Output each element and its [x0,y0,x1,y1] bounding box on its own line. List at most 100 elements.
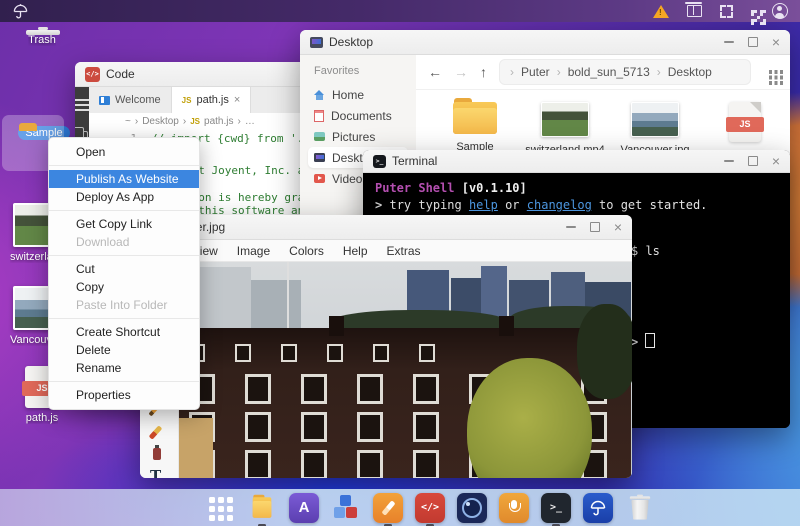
warning-icon[interactable]: ! [653,4,669,18]
paint-titlebar[interactable]: Vancouver.jpg × [140,215,632,240]
taskbar-app-launcher[interactable] [205,493,235,523]
menu-extras[interactable]: Extras [387,244,421,258]
menu-image[interactable]: Image [237,244,270,258]
help-link[interactable]: help [469,198,498,212]
menu-item-cut[interactable]: Cut [49,260,199,278]
menu-icon[interactable] [75,99,89,101]
taskbar-paint[interactable] [373,492,403,526]
code-icon: </> [415,492,445,523]
menu-separator [49,255,199,256]
maximize-button[interactable] [747,156,758,166]
microphone-icon [499,492,529,523]
menu-item-publish-as-website[interactable]: Publish As Website [49,170,199,188]
menu-item-download[interactable]: Download [49,233,199,251]
breadcrumb-user[interactable]: bold_sun_5713 [568,65,650,79]
sidebar-item-pictures[interactable]: Pictures [308,126,408,147]
image-thumbnail [631,102,679,137]
taskbar-puter-app[interactable] [583,492,613,523]
window-title: Terminal [392,154,438,168]
top-bar: ! [0,0,800,22]
paint-window: Vancouver.jpg × View Image Colors Help E… [140,215,632,478]
fullscreen-icon[interactable] [720,4,733,18]
desktop-icon-trash[interactable]: Trash [10,27,74,51]
gift-icon[interactable] [685,2,702,17]
code-fragment: ght Joyent, Inc. a [185,164,305,177]
minimize-button[interactable] [723,160,734,162]
documents-icon [314,109,324,122]
camera-icon [457,492,487,523]
sidebar-item-documents[interactable]: Documents [308,105,408,126]
maximize-button[interactable] [747,37,758,47]
breadcrumb-desktop[interactable]: Desktop [668,65,712,79]
taskbar-text-editor[interactable]: A [289,492,319,523]
puter-logo-icon[interactable] [12,3,29,20]
tab-pathjs[interactable]: JS path.js × [171,87,252,113]
text-tool-icon[interactable]: T [150,467,161,478]
back-button[interactable]: ← [428,64,442,80]
menu-item-rename[interactable]: Rename [49,359,199,377]
photo-foreground [179,418,213,478]
editor-icon: A [289,492,319,523]
changelog-link[interactable]: changelog [527,198,592,212]
tab-welcome[interactable]: Welcome [89,87,172,113]
terminal-cursor [645,333,656,348]
minimize-button[interactable] [565,226,576,228]
photo-tree [577,304,632,399]
close-tab-icon[interactable]: × [234,94,240,106]
menu-help[interactable]: Help [343,244,368,258]
close-button[interactable]: × [614,220,622,234]
taskbar-trash[interactable] [629,494,651,520]
launcher-grid-icon [209,496,215,503]
breadcrumb[interactable]: ~ › Desktop › JS path.js › … [89,113,310,129]
trash-icon [629,494,651,520]
qr-code-icon[interactable] [751,9,754,13]
menu-item-deploy-as-app[interactable]: Deploy As App [49,188,199,206]
shell-banner: Puter Shell [v0.1.10] [375,181,527,195]
airbrush-tool-icon[interactable] [153,445,161,460]
taskbar-recorder[interactable] [499,492,529,523]
taskbar-dev-cubes[interactable] [331,493,361,523]
menu-item-create-shortcut[interactable]: Create Shortcut [49,323,199,341]
up-button[interactable]: ↑ [480,64,487,80]
close-button[interactable]: × [772,35,780,49]
shell-hint: > try typing help or changelog to get st… [375,198,708,212]
photo-building [251,280,301,332]
close-button[interactable]: × [772,154,780,168]
menu-separator [49,165,199,166]
menu-item-copy[interactable]: Copy [49,278,199,296]
home-icon [314,89,325,100]
menu-item-get-copy-link[interactable]: Get Copy Link [49,215,199,233]
menu-item-paste-into-folder[interactable]: Paste Into Folder [49,296,199,314]
folder-icon [453,98,497,134]
photo-canvas[interactable] [179,262,632,478]
minimize-button[interactable] [723,41,734,43]
menu-colors[interactable]: Colors [289,244,324,258]
menu-item-open[interactable]: Open [49,143,199,161]
window-title: Code [106,67,135,81]
menu-separator [49,318,199,319]
cubes-icon [333,494,359,521]
taskbar-code[interactable]: </> [415,492,445,526]
maximize-button[interactable] [589,222,600,232]
menu-item-delete[interactable]: Delete [49,341,199,359]
sidebar-item-home[interactable]: Home [308,84,408,105]
taskbar-files[interactable] [247,493,277,526]
brush-tool-icon[interactable] [148,425,163,440]
grid-view-icon[interactable] [768,70,772,74]
breadcrumb-puter[interactable]: Puter [521,65,550,79]
taskbar-camera[interactable] [457,492,487,523]
menu-item-properties[interactable]: Properties [49,386,199,404]
puter-app-icon [583,492,613,523]
terminal-titlebar[interactable]: >_ Terminal × [363,150,790,173]
code-fragment: sion is hereby gra [185,191,305,204]
forward-button[interactable]: → [454,64,468,80]
js-file-icon: JS [726,102,764,142]
account-icon[interactable] [772,3,788,19]
folder-icon [252,494,272,518]
breadcrumb[interactable]: › Puter › bold_sun_5713 › Desktop [499,59,751,85]
code-titlebar[interactable]: </> Code [75,62,310,87]
video-thumbnail [541,102,589,137]
files-titlebar[interactable]: Desktop × [300,30,790,55]
toolbar: ← → ↑ › Puter › bold_sun_5713 › Desktop [416,55,790,90]
taskbar-terminal[interactable]: >_ [541,492,571,526]
